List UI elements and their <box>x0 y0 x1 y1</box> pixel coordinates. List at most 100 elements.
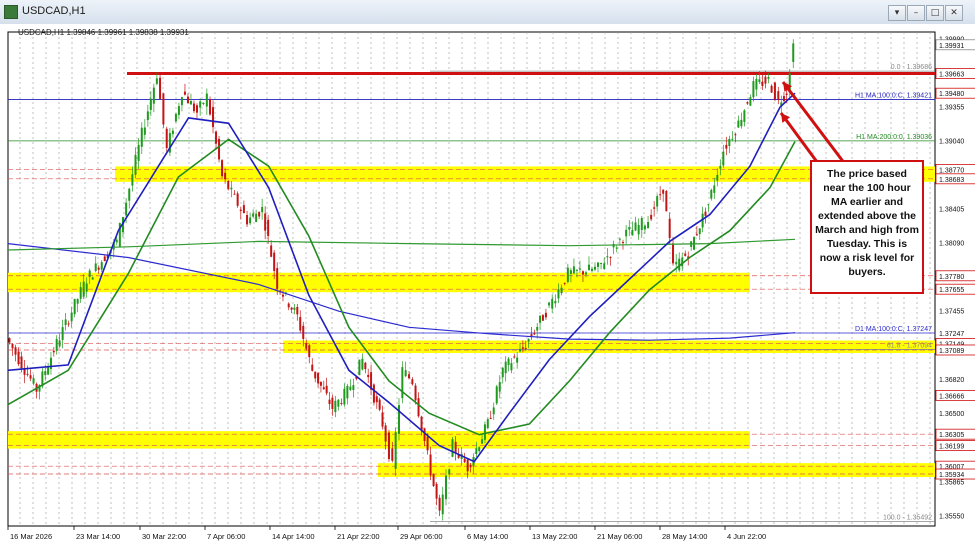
candle-body <box>603 263 606 269</box>
candle-body <box>233 193 236 195</box>
candle-body <box>625 229 628 237</box>
candle-body <box>162 93 165 125</box>
candle-body <box>296 306 299 315</box>
level-label: H1 MA:200:0:0, 1.39036 <box>856 134 932 141</box>
candle-body <box>372 384 375 403</box>
candle-body <box>659 194 662 196</box>
candle-body <box>777 91 780 100</box>
candle-body <box>343 388 346 405</box>
candle-body <box>640 217 643 230</box>
candle-body <box>752 81 755 98</box>
candle-body <box>767 76 770 79</box>
candle-body <box>764 76 767 84</box>
candle-body <box>91 277 94 280</box>
candle-body <box>189 101 192 105</box>
candle-body <box>634 222 637 231</box>
candle-body <box>746 102 749 104</box>
candle-body <box>100 262 103 270</box>
candle-body <box>293 307 296 310</box>
candle-body <box>125 202 128 216</box>
candle-body <box>486 419 489 429</box>
candle-body <box>713 185 716 193</box>
window-titlebar: USDCAD,H1 ▾ – □ ✕ <box>0 0 975 25</box>
price-tick-label: 1.38090 <box>939 240 964 247</box>
candle-body <box>665 190 668 212</box>
candle-body <box>367 374 370 378</box>
candle-body <box>14 347 17 355</box>
price-tick-label: 1.37655 <box>939 287 964 294</box>
level-label: H1 MA:100:0:C, 1.39421 <box>855 93 932 100</box>
candle-body <box>252 213 255 217</box>
time-tick-label: 13 May 22:00 <box>532 532 577 541</box>
candle-body <box>264 213 267 231</box>
candle-body <box>647 221 650 229</box>
time-tick-label: 14 Apr 14:00 <box>272 532 315 541</box>
level-label: 100.0 - 1.35492 <box>883 514 932 521</box>
candle-body <box>131 174 134 186</box>
candle-body <box>159 77 162 99</box>
candle-body <box>186 96 189 104</box>
candle-body <box>495 386 498 404</box>
candle-body <box>539 315 542 323</box>
candle-body <box>128 188 131 201</box>
candle-body <box>52 350 55 353</box>
candle-body <box>770 85 773 93</box>
candle-body <box>581 271 584 275</box>
close-button[interactable]: ✕ <box>945 5 963 21</box>
candle-body <box>578 268 581 270</box>
candle-body <box>378 399 381 410</box>
candle-body <box>195 105 198 113</box>
maximize-button[interactable]: □ <box>926 5 944 21</box>
candle-body <box>743 110 746 122</box>
candle-body <box>381 412 384 427</box>
candle-body <box>165 128 168 149</box>
candle-body <box>761 81 764 87</box>
candle-body <box>85 283 88 292</box>
candle-body <box>215 131 218 144</box>
candle-body <box>492 407 495 415</box>
candle-body <box>510 363 513 371</box>
time-tick-label: 29 Apr 06:00 <box>400 532 443 541</box>
candle-body <box>755 78 758 90</box>
candle-body <box>183 91 186 95</box>
time-tick-label: 6 May 14:00 <box>467 532 508 541</box>
candle-body <box>728 138 731 147</box>
candle-body <box>478 447 481 452</box>
candle-body <box>643 225 646 230</box>
candle-body <box>672 243 675 264</box>
candle-body <box>560 287 563 294</box>
candle-body <box>551 298 554 309</box>
candle-body <box>227 180 230 190</box>
candle-body <box>317 372 320 384</box>
candle-body <box>384 425 387 442</box>
candle-body <box>361 358 364 370</box>
candle-body <box>192 103 195 112</box>
candle-body <box>199 101 202 108</box>
candle-body <box>82 281 85 297</box>
candle-body <box>650 214 653 220</box>
level-label: D1 MA:100:0:C, 1.37247 <box>855 326 932 333</box>
candle-body <box>448 469 451 475</box>
candle-body <box>698 228 701 235</box>
candle-body <box>501 367 504 378</box>
candle-body <box>401 367 404 399</box>
options-button[interactable]: ▾ <box>888 5 906 21</box>
time-tick-label: 4 Jun 22:00 <box>727 532 766 541</box>
candle-body <box>322 387 325 390</box>
candle-body <box>563 282 566 284</box>
candle-body <box>349 386 352 391</box>
candle-body <box>513 356 516 358</box>
candle-body <box>695 234 698 236</box>
candle-body <box>498 382 501 392</box>
candle-body <box>668 218 671 238</box>
candle-body <box>137 144 140 161</box>
candle-body <box>438 497 441 511</box>
candle-body <box>311 364 314 371</box>
candle-body <box>737 120 740 128</box>
candle-body <box>140 127 143 147</box>
candle-body <box>236 193 239 206</box>
candle-body <box>221 160 224 177</box>
minimize-button[interactable]: – <box>907 5 925 21</box>
candle-body <box>463 458 466 463</box>
price-tick-label: 1.37780 <box>939 274 964 281</box>
